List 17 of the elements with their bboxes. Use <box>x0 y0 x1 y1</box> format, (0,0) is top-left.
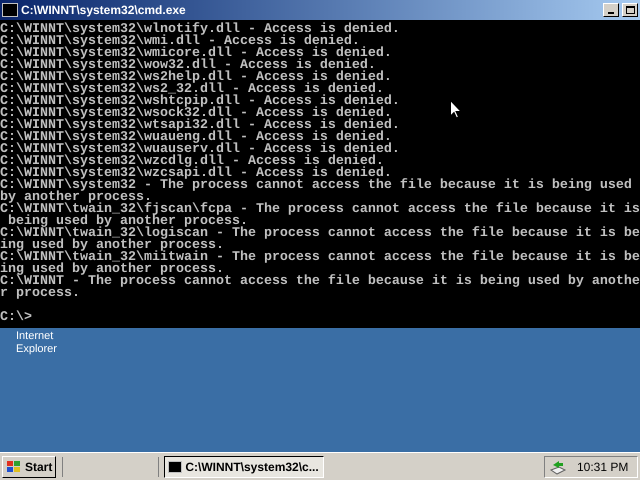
console-line: C:\WINNT\twain_32\fjscan\fcpa - The process cannot access the file because it is <box>0 204 640 216</box>
clock: 10:31 PM <box>577 458 628 476</box>
console-icon <box>168 460 182 472</box>
console-line: C:\WINNT\twain_32\logiscan - The process cannot access the file because it is be <box>0 228 640 240</box>
maximize-button[interactable] <box>622 3 638 17</box>
console-line: C:\WINNT - The process cannot access the file because it is being used by anothe <box>0 276 640 288</box>
taskbar-button[interactable]: C:\WINNT\system32\c... <box>164 456 324 478</box>
network-icon[interactable] <box>549 458 567 474</box>
console-icon <box>2 3 18 17</box>
command-prompt[interactable]: C:\> <box>0 312 32 324</box>
console-line: r process. <box>0 288 80 300</box>
window-title: C:\WINNT\system32\cmd.exe <box>21 2 187 19</box>
start-button[interactable]: Start <box>2 456 56 478</box>
windows-logo-icon <box>6 460 22 474</box>
minimize-button[interactable] <box>603 3 619 17</box>
console-line: C:\WINNT\system32 - The process cannot access the file because it is being used <box>0 180 632 192</box>
mouse-cursor-icon <box>450 100 462 119</box>
